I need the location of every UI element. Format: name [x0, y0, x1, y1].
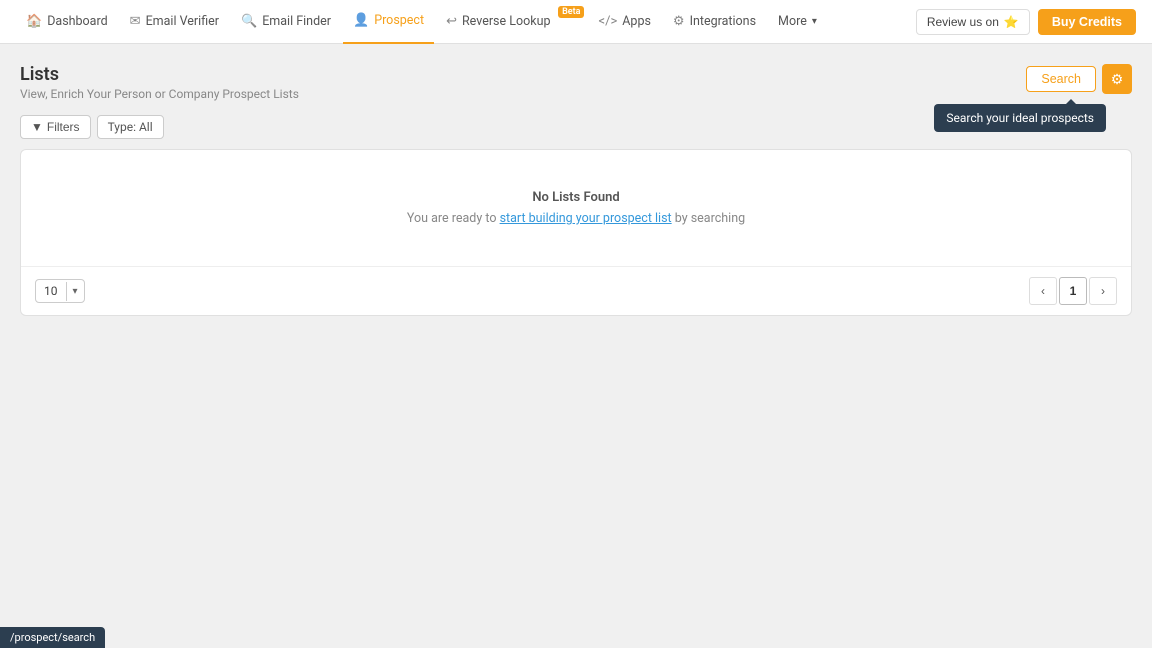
empty-state-desc-before: You are ready to — [407, 211, 500, 226]
filters-bar: ▼ Filters Type: All — [20, 115, 1132, 139]
nav-right: Review us on ⭐ Buy Credits — [916, 9, 1136, 35]
apps-icon: </> — [598, 14, 617, 29]
page-title: Lists — [20, 64, 299, 85]
empty-state: No Lists Found You are ready to start bu… — [21, 150, 1131, 266]
navbar: 🏠 Dashboard ✉ Email Verifier 🔍 Email Fin… — [0, 0, 1152, 44]
nav-label-more: More — [778, 14, 807, 29]
search-button[interactable]: Search — [1026, 66, 1096, 92]
url-bar: /prospect/search — [0, 627, 105, 648]
next-page-icon: › — [1101, 284, 1105, 298]
nav-item-email-finder[interactable]: 🔍 Email Finder — [231, 0, 341, 44]
nav-item-reverse-lookup[interactable]: ↩ Reverse Lookup Beta — [436, 0, 586, 44]
nav-label-dashboard: Dashboard — [47, 14, 107, 29]
email-verifier-icon: ✉ — [130, 14, 141, 29]
prev-page-icon: ‹ — [1041, 284, 1045, 298]
current-page-button[interactable]: 1 — [1059, 277, 1087, 305]
page-size-select[interactable]: 10 ▾ — [35, 279, 85, 303]
type-badge: Type: All — [97, 115, 164, 139]
page-size-dropdown-arrow[interactable]: ▾ — [66, 282, 84, 301]
pagination-bar: 10 ▾ ‹ 1 › — [21, 266, 1131, 315]
empty-state-desc-after: by searching — [672, 211, 745, 226]
integrations-icon: ⚙ — [673, 14, 685, 29]
pagination-controls: ‹ 1 › — [1029, 277, 1117, 305]
filter-icon: ▼ — [31, 120, 43, 134]
buy-credits-label: Buy Credits — [1052, 15, 1122, 29]
buy-credits-button[interactable]: Buy Credits — [1038, 9, 1136, 35]
search-button-container: Search Search your ideal prospects — [1026, 66, 1096, 92]
nav-item-integrations[interactable]: ⚙ Integrations — [663, 0, 766, 44]
nav-label-integrations: Integrations — [690, 14, 756, 29]
filters-label: Filters — [47, 120, 80, 134]
nav-items: 🏠 Dashboard ✉ Email Verifier 🔍 Email Fin… — [16, 0, 916, 44]
dashboard-icon: 🏠 — [26, 14, 42, 29]
page-size-value: 10 — [36, 280, 66, 302]
review-label: Review us on — [927, 15, 999, 29]
email-finder-icon: 🔍 — [241, 14, 257, 29]
nav-item-email-verifier[interactable]: ✉ Email Verifier — [120, 0, 229, 44]
page-header: Lists View, Enrich Your Person or Compan… — [20, 64, 1132, 101]
beta-badge: Beta — [558, 6, 584, 18]
nav-label-reverse-lookup: Reverse Lookup — [462, 14, 551, 29]
prev-page-button[interactable]: ‹ — [1029, 277, 1057, 305]
nav-label-email-finder: Email Finder — [262, 14, 331, 29]
nav-label-prospect: Prospect — [374, 13, 424, 28]
review-star-icon: ⭐ — [1004, 15, 1019, 29]
list-container: No Lists Found You are ready to start bu… — [20, 149, 1132, 316]
empty-state-title: No Lists Found — [41, 190, 1111, 205]
main-content: Lists View, Enrich Your Person or Compan… — [0, 44, 1152, 336]
page-title-area: Lists View, Enrich Your Person or Compan… — [20, 64, 299, 101]
settings-button[interactable]: ⚙ — [1102, 64, 1132, 94]
nav-label-email-verifier: Email Verifier — [146, 14, 219, 29]
empty-state-description: You are ready to start building your pro… — [41, 211, 1111, 226]
settings-gear-icon: ⚙ — [1111, 71, 1124, 88]
reverse-lookup-icon: ↩ — [446, 14, 457, 29]
header-actions: Search Search your ideal prospects ⚙ — [1026, 64, 1132, 94]
nav-item-dashboard[interactable]: 🏠 Dashboard — [16, 0, 118, 44]
review-button[interactable]: Review us on ⭐ — [916, 9, 1030, 35]
more-dropdown-icon: ▾ — [812, 16, 817, 27]
nav-item-apps[interactable]: </> Apps — [588, 0, 660, 44]
page-subtitle: View, Enrich Your Person or Company Pros… — [20, 87, 299, 101]
prospect-list-link[interactable]: start building your prospect list — [500, 211, 672, 226]
filters-button[interactable]: ▼ Filters — [20, 115, 91, 139]
nav-item-prospect[interactable]: 👤 Prospect — [343, 0, 434, 44]
nav-label-apps: Apps — [622, 14, 651, 29]
url-text: /prospect/search — [10, 631, 95, 644]
next-page-button[interactable]: › — [1089, 277, 1117, 305]
prospect-icon: 👤 — [353, 13, 369, 28]
nav-item-more[interactable]: More ▾ — [768, 0, 827, 44]
